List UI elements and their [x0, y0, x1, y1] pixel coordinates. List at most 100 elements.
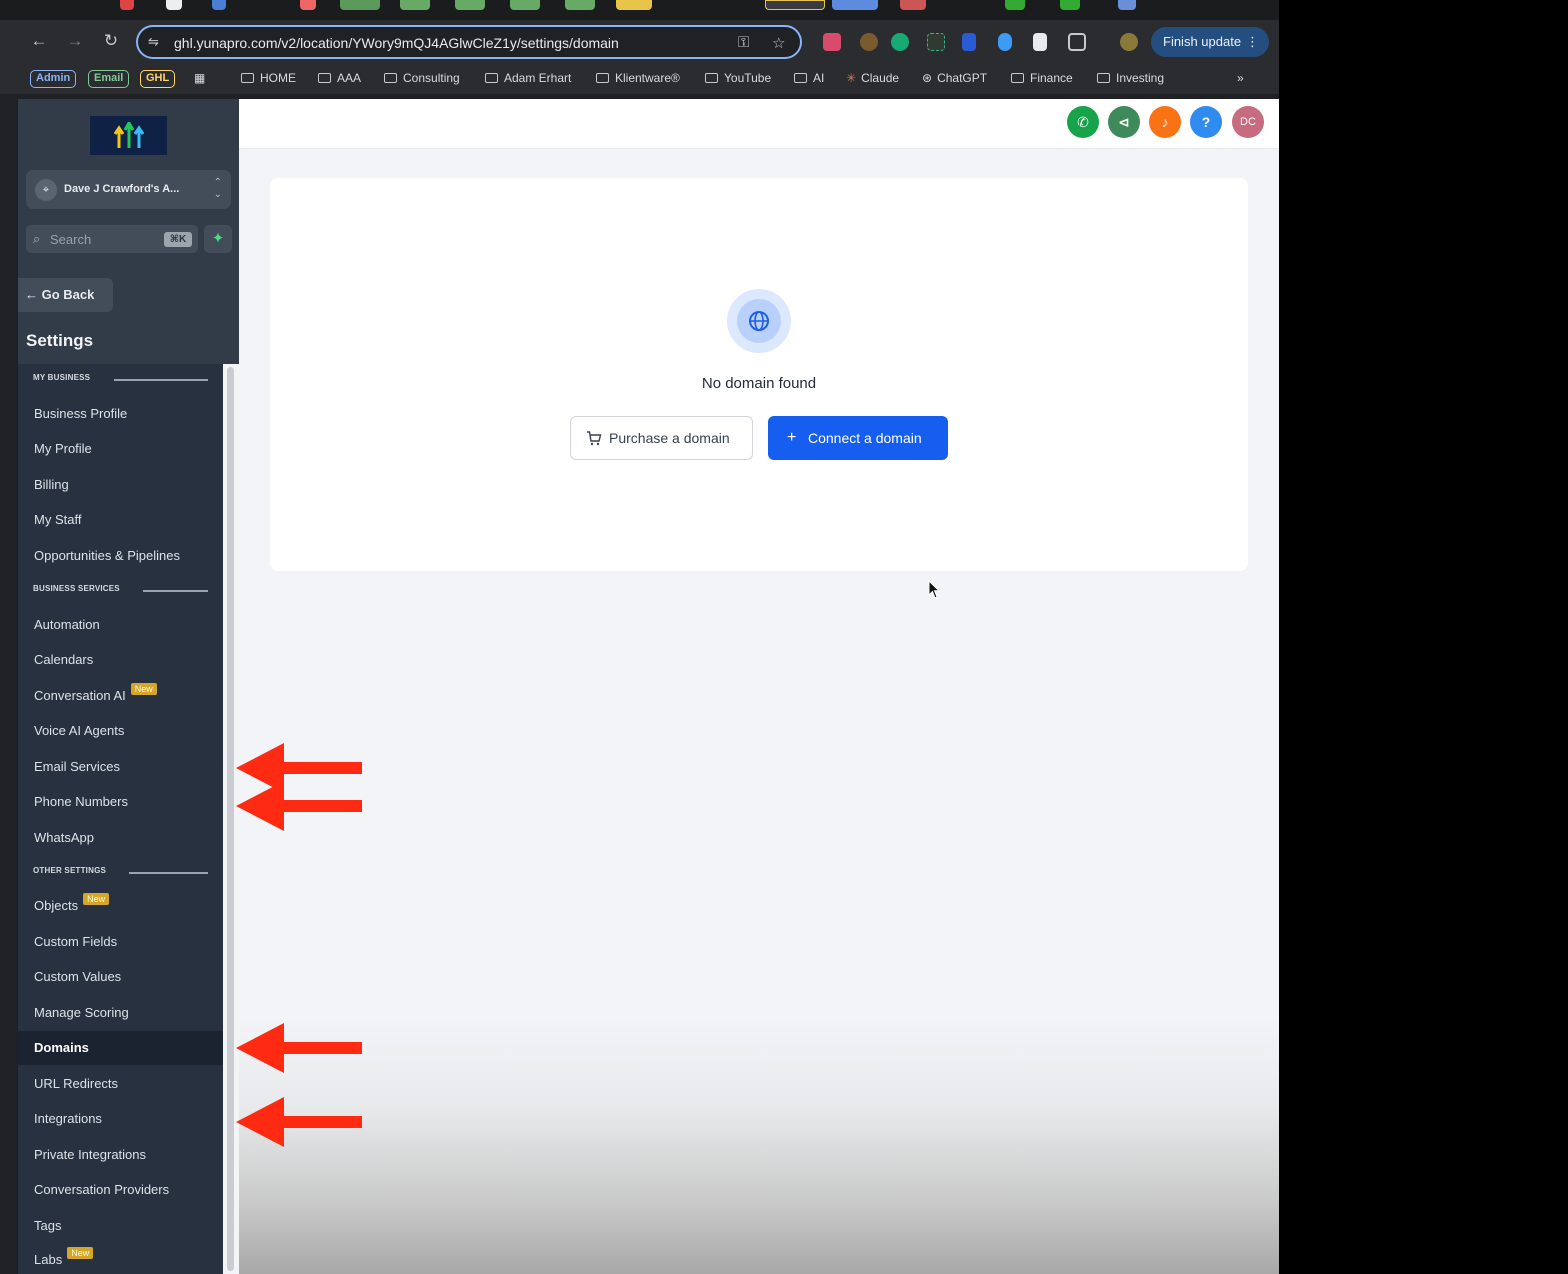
purchase-domain-button[interactable]: Purchase a domain — [570, 416, 753, 460]
nav-my-staff[interactable]: My Staff — [18, 503, 223, 537]
main-content: ✆ ⊲ ♪ ? DC No domain found Purchase a do… — [239, 99, 1279, 1274]
extension-icon[interactable] — [962, 33, 976, 51]
nav-billing[interactable]: Billing — [18, 468, 223, 502]
nav-opportunities[interactable]: Opportunities & Pipelines — [18, 539, 223, 573]
browser-tab[interactable] — [340, 0, 380, 10]
apps-grid-icon[interactable]: ▦ — [194, 71, 205, 85]
nav-my-profile[interactable]: My Profile — [18, 432, 223, 466]
nav-calendars[interactable]: Calendars — [18, 643, 223, 677]
nav-manage-scoring[interactable]: Manage Scoring — [18, 996, 223, 1030]
nav-custom-fields[interactable]: Custom Fields — [18, 925, 223, 959]
connect-domain-button[interactable]: + Connect a domain — [768, 416, 948, 460]
browser-window: ← → ↻ ⇋ ghl.yunapro.com/v2/location/YWor… — [0, 0, 1279, 1274]
go-back-button[interactable]: ← Go Back — [18, 278, 113, 312]
help-icon[interactable]: ? — [1190, 106, 1222, 138]
new-badge: New — [130, 683, 157, 695]
folder-icon — [1011, 73, 1024, 83]
nav-domains[interactable]: Domains — [18, 1031, 223, 1065]
browser-tab[interactable] — [120, 0, 134, 10]
folder-icon — [241, 73, 254, 83]
nav-business-profile[interactable]: Business Profile — [18, 397, 223, 431]
bookmark-ghl[interactable]: GHL — [140, 70, 176, 88]
forward-icon[interactable]: → — [64, 30, 86, 52]
nav-automation[interactable]: Automation — [18, 608, 223, 642]
browser-tab[interactable] — [765, 0, 825, 10]
nav-conversation-providers[interactable]: Conversation Providers — [18, 1173, 223, 1207]
extensions-puzzle-icon[interactable] — [1068, 33, 1086, 51]
site-info-icon[interactable]: ⇋ — [148, 34, 159, 50]
nav-objects[interactable]: Objects New — [18, 889, 223, 923]
bookmark-folder-finance[interactable]: Finance — [1011, 71, 1073, 85]
password-key-icon[interactable]: ⚿ — [738, 34, 749, 51]
browser-tab[interactable] — [616, 0, 652, 10]
search-placeholder: Search — [50, 232, 92, 247]
bookmark-chatgpt[interactable]: ⊛ ChatGPT — [922, 71, 987, 85]
bookmark-folder-adam[interactable]: Adam Erhart — [485, 71, 571, 85]
extension-icon[interactable] — [1033, 33, 1047, 51]
extension-icon[interactable] — [998, 33, 1012, 51]
megaphone-icon[interactable]: ⊲ — [1108, 106, 1140, 138]
ai-sparkle-button[interactable]: ✦ — [204, 225, 232, 253]
browser-tab[interactable] — [212, 0, 226, 10]
nav-voice-ai-agents[interactable]: Voice AI Agents — [18, 714, 223, 748]
extension-icon[interactable] — [891, 33, 909, 51]
bookmark-folder-klientware[interactable]: Klientware® — [596, 71, 680, 85]
sidebar-header: ⌖ Dave J Crawford's A... ⌃ ⌄ ⌕ Search ⌘K … — [18, 99, 239, 364]
bookmark-folder-consulting[interactable]: Consulting — [384, 71, 460, 85]
globe-icon — [749, 311, 769, 331]
sidebar-search[interactable]: ⌕ Search ⌘K — [26, 225, 198, 253]
nav-whatsapp[interactable]: WhatsApp — [18, 821, 223, 855]
browser-tab[interactable] — [166, 0, 182, 10]
user-avatar[interactable]: DC — [1232, 106, 1264, 138]
nav-custom-values[interactable]: Custom Values — [18, 960, 223, 994]
nav-tags[interactable]: Tags — [18, 1209, 223, 1243]
nav-phone-numbers[interactable]: Phone Numbers — [18, 785, 223, 819]
domains-empty-state-card: No domain found Purchase a domain + Conn… — [270, 178, 1248, 571]
bookmark-folder-ai[interactable]: AI — [794, 71, 824, 85]
browser-tab[interactable] — [510, 0, 540, 10]
folder-icon — [794, 73, 807, 83]
browser-tab[interactable] — [455, 0, 485, 10]
connect-domain-label: Connect a domain — [808, 430, 922, 446]
address-bar[interactable]: ⇋ ghl.yunapro.com/v2/location/YWory9mQJ4… — [136, 25, 802, 59]
browser-tab[interactable] — [832, 0, 878, 10]
browser-tab[interactable] — [1118, 0, 1136, 10]
browser-tab[interactable] — [900, 0, 926, 10]
cart-icon — [587, 431, 602, 446]
nav-private-integrations[interactable]: Private Integrations — [18, 1138, 223, 1172]
nav-url-redirects[interactable]: URL Redirects — [18, 1067, 223, 1101]
reload-icon[interactable]: ↻ — [100, 30, 122, 52]
bookmark-claude[interactable]: ✳ Claude — [846, 71, 899, 85]
phone-icon[interactable]: ✆ — [1067, 106, 1099, 138]
nav-integrations[interactable]: Integrations — [18, 1102, 223, 1136]
finish-update-button[interactable]: Finish update ⋮ — [1151, 27, 1269, 57]
browser-tab[interactable] — [1005, 0, 1025, 10]
bookmark-star-icon[interactable]: ☆ — [772, 34, 785, 52]
extension-icon[interactable] — [860, 33, 878, 51]
browser-tab[interactable] — [1060, 0, 1080, 10]
bookmark-admin[interactable]: Admin — [30, 70, 77, 88]
folder-icon — [596, 73, 609, 83]
bookmark-folder-youtube[interactable]: YouTube — [705, 71, 771, 85]
bookmark-folder-home[interactable]: HOME — [241, 71, 296, 85]
bookmark-email[interactable]: Email — [88, 70, 130, 88]
bookmark-folder-investing[interactable]: Investing — [1097, 71, 1164, 85]
bookmarks-overflow-icon[interactable]: » — [1237, 71, 1244, 85]
extension-icon[interactable] — [927, 33, 945, 51]
nav-conversation-ai[interactable]: Conversation AI New — [18, 679, 223, 713]
bookmark-folder-aaa[interactable]: AAA — [318, 71, 361, 85]
nav-labs[interactable]: Labs New — [18, 1243, 223, 1274]
nav-email-services[interactable]: Email Services — [18, 750, 223, 784]
globe-icon-bg — [737, 299, 781, 343]
profile-avatar-icon[interactable] — [1120, 33, 1138, 51]
brand-logo[interactable] — [90, 116, 167, 155]
browser-tab[interactable] — [400, 0, 430, 10]
notifications-bell-icon[interactable]: ♪ — [1149, 106, 1181, 138]
browser-tab[interactable] — [300, 0, 316, 10]
browser-tab[interactable] — [565, 0, 595, 10]
extension-icon[interactable] — [823, 33, 841, 51]
globe-icon-halo — [727, 289, 791, 353]
back-icon[interactable]: ← — [28, 30, 50, 52]
account-switcher[interactable]: ⌖ Dave J Crawford's A... ⌃ ⌄ — [26, 170, 231, 209]
sidebar-scrollbar-thumb[interactable] — [227, 367, 234, 1271]
